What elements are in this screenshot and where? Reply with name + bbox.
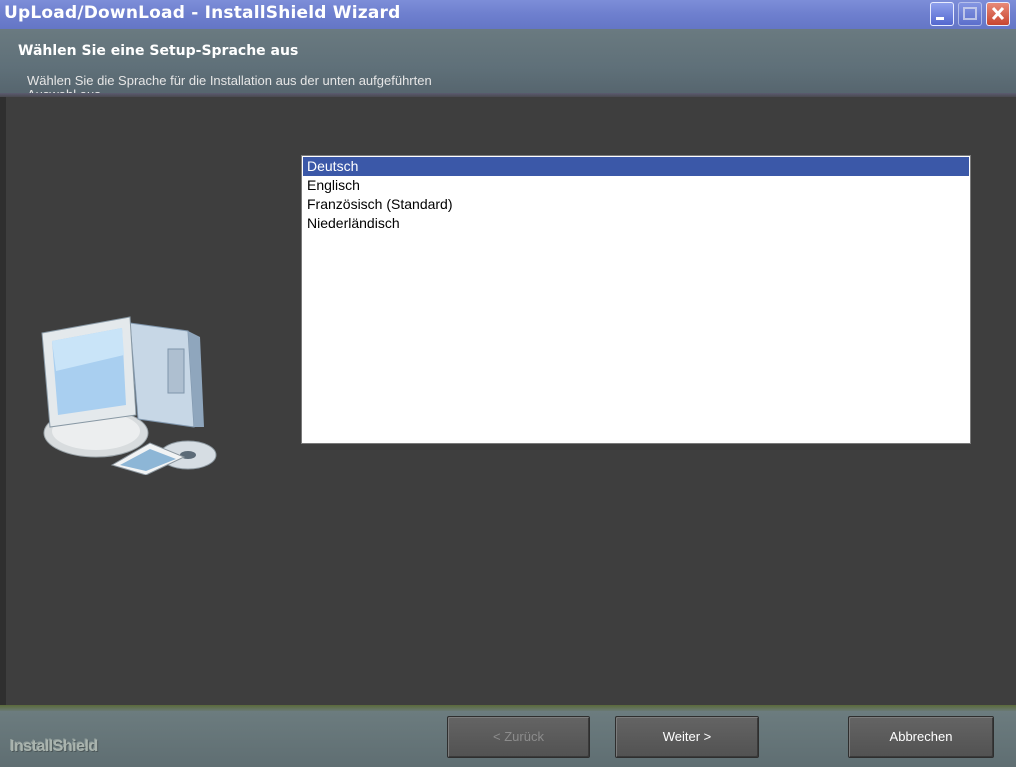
minimize-button[interactable] xyxy=(930,2,954,26)
title-bar[interactable]: UpLoad/DownLoad - InstallShield Wizard xyxy=(0,0,1016,29)
next-button[interactable]: Weiter > xyxy=(615,716,759,758)
installshield-logo: InstallShield xyxy=(10,738,98,755)
language-option-niederlaendisch[interactable]: Niederländisch xyxy=(302,214,970,233)
wizard-header: Wählen Sie eine Setup-Sprache aus Wählen… xyxy=(0,29,1016,102)
language-option-deutsch[interactable]: Deutsch xyxy=(303,157,969,176)
computer-setup-icon xyxy=(41,316,217,475)
minimize-icon xyxy=(936,17,944,20)
language-option-englisch[interactable]: Englisch xyxy=(302,176,970,195)
back-button[interactable]: < Zurück xyxy=(447,716,590,758)
close-icon xyxy=(991,6,1005,21)
maximize-button[interactable] xyxy=(958,2,982,26)
page-title: Wählen Sie eine Setup-Sprache aus xyxy=(18,43,299,59)
cancel-button[interactable]: Abbrechen xyxy=(848,716,994,758)
window-title: UpLoad/DownLoad - InstallShield Wizard xyxy=(4,3,401,23)
language-option-franzoesisch[interactable]: Französisch (Standard) xyxy=(302,195,970,214)
close-button[interactable] xyxy=(986,2,1010,26)
maximize-icon xyxy=(963,7,977,20)
language-listbox[interactable]: Deutsch Englisch Französisch (Standard) … xyxy=(301,155,971,444)
